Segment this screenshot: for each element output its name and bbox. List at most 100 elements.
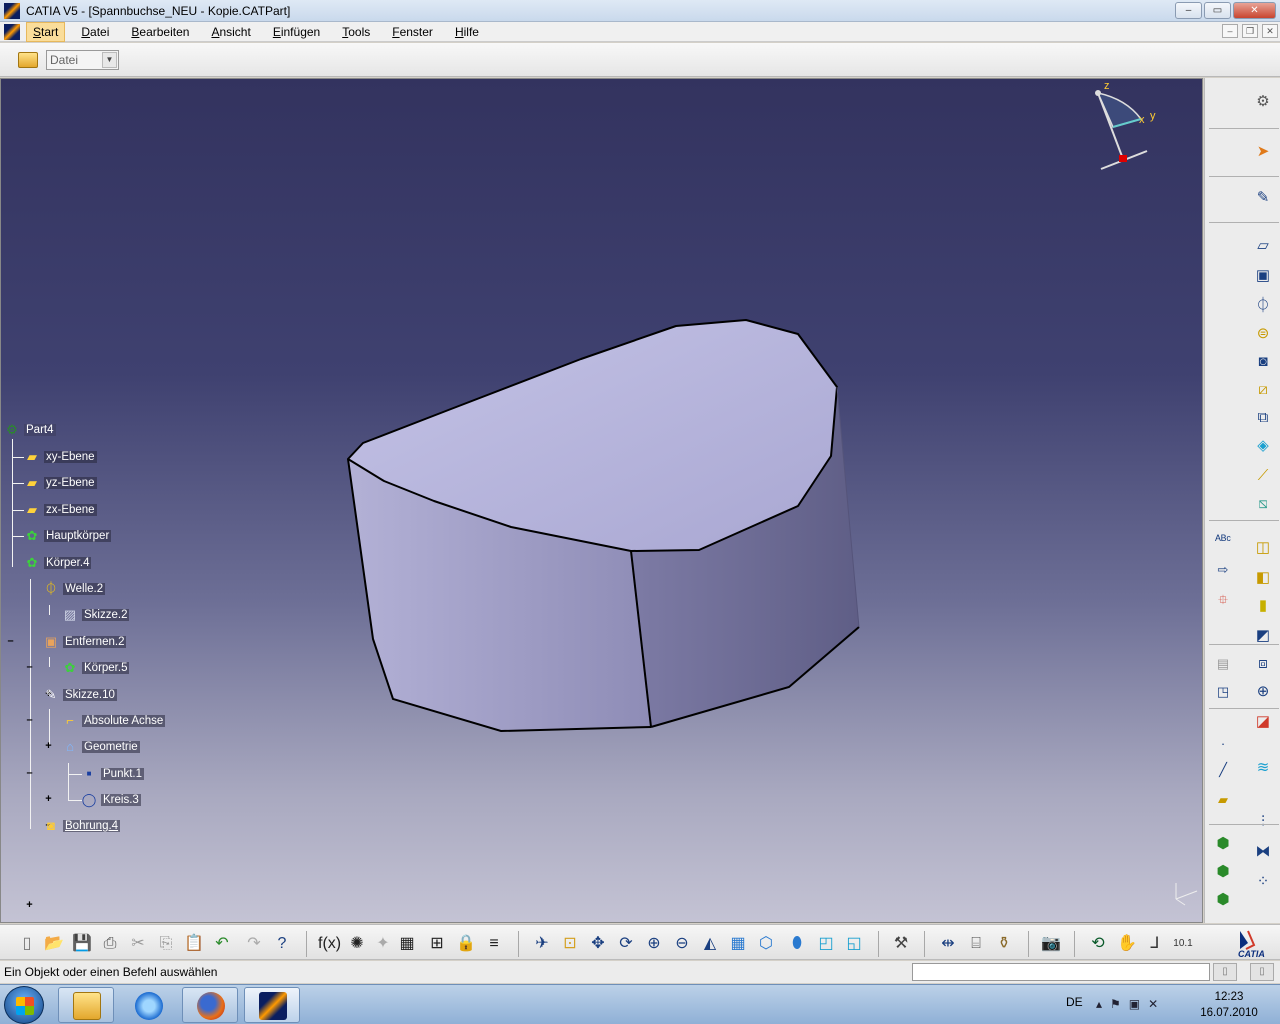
menu-hilfe[interactable]: Hilfe (449, 23, 485, 41)
doc-close-button[interactable]: ✕ (1262, 24, 1278, 38)
zoom-in-icon[interactable]: ⊕ (643, 933, 665, 955)
menu-tools[interactable]: Tools (336, 23, 376, 41)
tree-node-part4[interactable]: ⚙ Part4 (3, 421, 56, 439)
formula-icon[interactable]: f(x) (318, 933, 341, 955)
slot-icon[interactable]: ⧉ (1253, 408, 1273, 428)
scan-icon[interactable]: ▤ (1213, 654, 1233, 674)
grid-snap-icon[interactable]: 10.1 (1172, 933, 1194, 955)
menu-bearbeiten[interactable]: Bearbeiten (125, 23, 195, 41)
select-arrow-icon[interactable]: ➤ (1253, 142, 1273, 162)
3d-viewport[interactable]: z x y ⚙ Part4 ▰ xy-Ebene ▰ yz-Ebene ▰ zx… (0, 78, 1203, 923)
line-icon[interactable]: ╱ (1213, 760, 1233, 780)
compass-widget[interactable]: z x y (1095, 80, 1156, 170)
point-icon[interactable]: · (1213, 734, 1233, 754)
lock-icon[interactable]: 🔒 (455, 933, 477, 955)
tree-expand-toggle[interactable]: + (43, 741, 54, 752)
remove-loft-icon[interactable]: ⧅ (1253, 494, 1273, 514)
stiffener-icon[interactable]: ◈ (1253, 436, 1273, 456)
groove-icon[interactable]: ⊜ (1253, 324, 1273, 344)
redo-icon[interactable]: ↷ (243, 933, 265, 955)
swap-visible-space-icon[interactable]: ◱ (843, 933, 865, 955)
start-button[interactable] (4, 986, 44, 1024)
tree-node-hauptkoerper[interactable]: ✿ Hauptkörper (23, 527, 112, 545)
help-icon[interactable]: ? (271, 933, 293, 955)
command-clear-icon[interactable]: ▯ (1250, 963, 1274, 981)
measure-inertia-icon[interactable]: ⚱ (993, 933, 1015, 955)
tree-node-welle-2[interactable]: ⏀ Welle.2 (42, 580, 106, 598)
tree-node-koerper-4[interactable]: ✿ Körper.4 (23, 554, 92, 572)
tree-node-absolute-achse[interactable]: ⌐ Absolute Achse (61, 712, 166, 730)
knowledge-advisor-icon[interactable]: ✺ (346, 933, 368, 955)
menu-einfuegen[interactable]: Einfügen (267, 23, 326, 41)
multi-view-icon[interactable]: ▦ (727, 933, 749, 955)
split-icon[interactable]: ≋ (1253, 758, 1273, 778)
table-icon[interactable]: ▦ (396, 933, 418, 955)
open-file-icon[interactable]: 📂 (43, 933, 65, 955)
loft-icon[interactable]: ⟋ (1253, 466, 1273, 486)
open-folder-icon[interactable] (18, 51, 38, 68)
chevron-down-icon[interactable]: ▼ (102, 51, 117, 68)
define-work-object-icon[interactable]: ◳ (1213, 682, 1233, 702)
3d-annotation-icon[interactable]: ⯐ (1213, 590, 1233, 610)
tree-node-skizze-2[interactable]: ▨ Skizze.2 (61, 606, 130, 624)
axis-system-icon[interactable]: ⅃ (1144, 933, 1166, 955)
zoom-out-icon[interactable]: ⊖ (671, 933, 693, 955)
paste-icon[interactable]: 📋 (183, 933, 205, 955)
mirror-icon[interactable]: ⧓ (1253, 842, 1273, 862)
taskbar-catia-button[interactable] (244, 987, 300, 1023)
boolean-icon[interactable]: ⬢ (1213, 890, 1233, 910)
save-icon[interactable]: 💾 (71, 933, 93, 955)
print-icon[interactable]: ⎙ (99, 933, 121, 955)
rotate-icon[interactable]: ⟳ (615, 933, 637, 955)
rectangular-pattern-icon[interactable]: ◪ (1253, 712, 1273, 732)
hand-icon[interactable]: ✋ (1116, 933, 1138, 955)
settings-gear-icon[interactable]: ⚙ (1253, 92, 1273, 112)
draft-icon[interactable]: ▮ (1253, 596, 1273, 616)
sketcher-icon[interactable]: ✎ (1253, 188, 1273, 208)
measure-between-icon[interactable]: ⇹ (937, 933, 959, 955)
catalog-icon[interactable]: ⚒ (890, 933, 912, 955)
maximize-button[interactable]: ▭ (1204, 2, 1231, 19)
tree-node-xy-ebene[interactable]: ▰ xy-Ebene (23, 448, 97, 466)
measure-list-icon[interactable]: ≡ (483, 933, 505, 955)
command-input[interactable] (912, 963, 1210, 981)
isometric-view-icon[interactable]: ⬡ (755, 933, 777, 955)
edge-fillet-icon[interactable]: ◫ (1253, 538, 1273, 558)
pocket-icon[interactable]: ▣ (1253, 266, 1273, 286)
shaft-icon[interactable]: ⏀ (1253, 296, 1273, 316)
flag-note-icon[interactable]: ⇨ (1213, 560, 1233, 580)
lock-parameters-icon[interactable]: ✦ (372, 933, 394, 955)
undo-icon[interactable]: ↶ (211, 933, 233, 955)
document-menu-icon[interactable] (4, 23, 20, 40)
close-button[interactable]: ✕ (1233, 2, 1276, 19)
plane-icon[interactable]: ▰ (1213, 790, 1233, 810)
part-solid[interactable] (347, 319, 860, 733)
tree-node-yz-ebene[interactable]: ▰ yz-Ebene (23, 474, 97, 492)
rib-icon[interactable]: ⧄ (1253, 380, 1273, 400)
taskbar-firefox-button[interactable] (182, 987, 238, 1023)
user-pattern-icon[interactable]: ⁘ (1253, 872, 1273, 892)
menu-datei[interactable]: Datei (75, 23, 115, 41)
language-indicator[interactable]: DE (1066, 995, 1083, 1009)
menu-fenster[interactable]: Fenster (386, 23, 439, 41)
doc-minimize-button[interactable]: – (1222, 24, 1238, 38)
pan-icon[interactable]: ✥ (587, 933, 609, 955)
measure-item-icon[interactable]: ⌸ (965, 933, 987, 955)
copy-icon[interactable]: ⎘ (155, 933, 177, 955)
tree-node-kreis-3[interactable]: ◯ Kreis.3 (80, 791, 141, 809)
tree-node-skizze-10[interactable]: ✎ Skizze.10 (42, 686, 117, 704)
shading-icon[interactable]: ⬮ (786, 933, 808, 955)
thick-surface-icon[interactable]: ⫶ (1253, 812, 1273, 832)
assemble-icon[interactable]: ⬢ (1213, 862, 1233, 882)
tree-node-geometrie[interactable]: ⌂ Geometrie (61, 738, 140, 756)
tree-node-koerper-5[interactable]: ✿ Körper.5 (61, 659, 130, 677)
symmetry-icon[interactable]: ⊕ (1253, 682, 1273, 702)
normal-view-icon[interactable]: ◭ (699, 933, 721, 955)
tree-expand-toggle[interactable]: + (24, 900, 35, 911)
annotation-text-icon[interactable]: ᴬᴮᶜ (1213, 530, 1233, 550)
camera-icon[interactable]: 📷 (1040, 933, 1062, 955)
fit-all-icon[interactable]: ⊡ (559, 933, 581, 955)
translation-icon[interactable]: ⧈ (1253, 654, 1273, 674)
tree-collapse-toggle[interactable]: – (24, 662, 35, 673)
tree-collapse-toggle[interactable]: – (24, 715, 35, 726)
